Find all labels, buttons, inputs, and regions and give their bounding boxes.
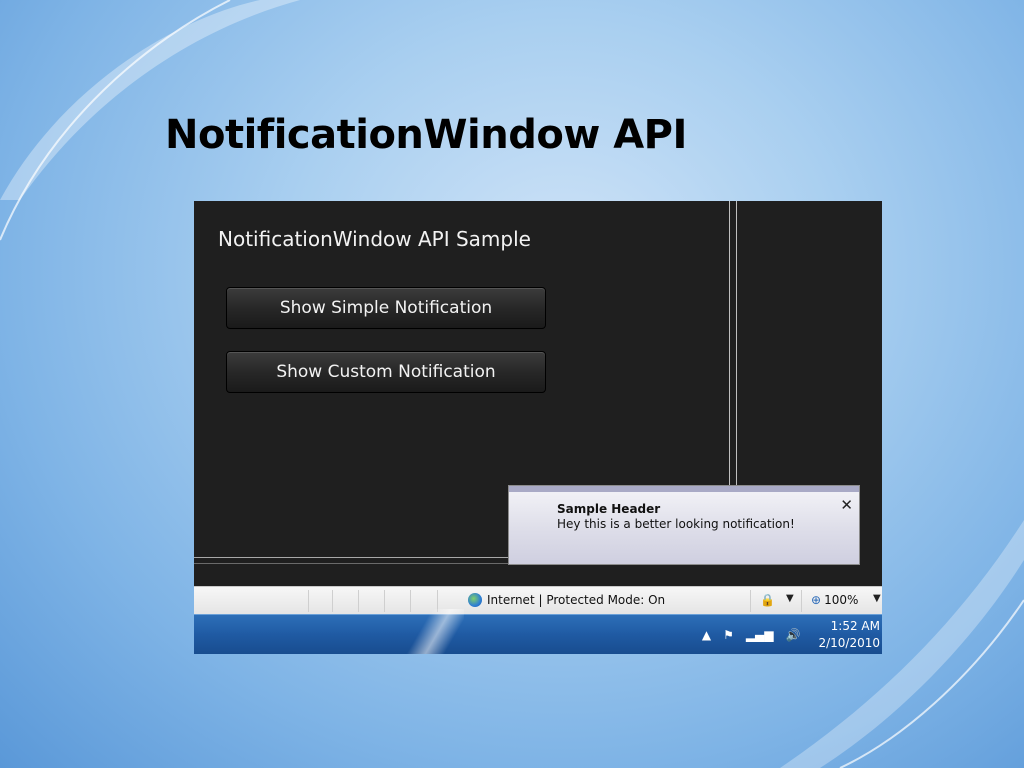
magnifier-icon: ⊕: [811, 593, 822, 607]
browser-status-bar: Internet | Protected Mode: On 🔒 ▼ ⊕ 100%…: [194, 586, 882, 615]
notification-header: Sample Header: [557, 502, 661, 516]
security-zone-text: Internet | Protected Mode: On: [487, 593, 666, 607]
zoom-level-button[interactable]: ⊕ 100%: [811, 593, 858, 607]
lock-icon[interactable]: 🔒: [760, 593, 775, 607]
show-hidden-icons-icon[interactable]: ▲: [702, 628, 711, 642]
status-segment-divider: [384, 590, 385, 612]
app-title: NotificationWindow API Sample: [218, 227, 531, 251]
status-segment-divider: [358, 590, 359, 612]
action-center-flag-icon[interactable]: ⚑: [723, 628, 734, 642]
network-signal-icon[interactable]: ▂▄▆: [746, 628, 774, 642]
taskbar-glow: [404, 609, 464, 654]
windows-taskbar: ▲ ⚑ ▂▄▆ 🔊 1:52 AM 2/10/2010: [194, 609, 882, 654]
status-segment-divider: [801, 590, 802, 612]
browser-screenshot: NotificationWindow API Sample Show Simpl…: [194, 201, 882, 654]
clock-time: 1:52 AM: [830, 619, 880, 633]
notification-window[interactable]: Sample Header Hey this is a better looki…: [508, 485, 860, 565]
system-tray: ▲ ⚑ ▂▄▆ 🔊 1:52 AM 2/10/2010: [702, 615, 882, 654]
notification-message: Hey this is a better looking notificatio…: [557, 517, 795, 531]
status-segment-divider: [332, 590, 333, 612]
slide-title: NotificationWindow API: [165, 112, 687, 158]
status-segment-divider: [308, 590, 309, 612]
notification-title-bar: [509, 486, 859, 492]
chevron-down-icon[interactable]: ▼: [873, 593, 881, 604]
chevron-down-icon[interactable]: ▼: [786, 593, 794, 604]
vertical-divider: [729, 201, 737, 485]
clock[interactable]: 1:52 AM 2/10/2010: [818, 618, 880, 652]
status-segment-divider: [750, 590, 751, 612]
show-custom-notification-button[interactable]: Show Custom Notification: [226, 351, 546, 393]
globe-icon: [468, 593, 482, 607]
security-zone[interactable]: Internet | Protected Mode: On: [468, 593, 665, 607]
show-simple-notification-button[interactable]: Show Simple Notification: [226, 287, 546, 329]
volume-icon[interactable]: 🔊: [786, 628, 801, 642]
close-icon[interactable]: ✕: [840, 496, 853, 514]
zoom-level-text: 100%: [824, 593, 859, 607]
clock-date: 2/10/2010: [818, 636, 880, 650]
